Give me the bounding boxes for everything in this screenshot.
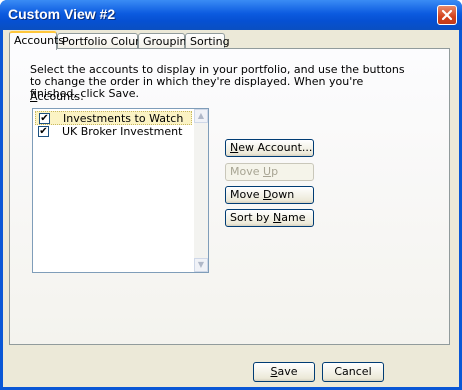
mnemonic: U: [263, 165, 272, 178]
button-label: p: [271, 165, 279, 178]
account-checkbox[interactable]: ✔: [39, 113, 50, 124]
account-name: Investments to Watch: [63, 112, 184, 125]
account-checkbox[interactable]: ✔: [38, 126, 49, 137]
move-up-button[interactable]: Move Up: [225, 163, 314, 181]
sort-by-name-button[interactable]: Sort by Name: [225, 209, 314, 227]
close-button[interactable]: [437, 5, 457, 25]
button-label: ave: [277, 365, 298, 378]
chevron-up-icon: ▲: [197, 111, 205, 120]
button-label: Move: [230, 188, 263, 201]
button-label: ame: [281, 211, 306, 224]
label-rest: ccounts:: [37, 90, 84, 103]
accounts-listbox[interactable]: ✔ Investments to Watch ✔ UK Broker Inves…: [32, 108, 209, 273]
tab-sorting[interactable]: Sorting: [185, 33, 230, 49]
accounts-list-label: Accounts:: [30, 90, 84, 103]
close-icon: [441, 9, 453, 21]
dialog-body: Accounts Portfolio Columns Grouping Sort…: [3, 30, 459, 387]
new-account-button[interactable]: New Account...: [225, 139, 314, 157]
button-label: ew Account...: [238, 141, 313, 154]
button-label: own: [271, 188, 295, 201]
instructions-text: Select the accounts to display in your p…: [30, 63, 405, 100]
tab-label: Sorting: [190, 35, 230, 48]
mnemonic: N: [230, 141, 239, 154]
tab-label: Accounts: [14, 34, 65, 47]
button-label: Sort by: [230, 211, 274, 224]
list-item[interactable]: ✔ UK Broker Investment: [35, 125, 192, 139]
cancel-button[interactable]: Cancel: [322, 362, 384, 382]
scroll-up-button[interactable]: ▲: [194, 109, 208, 123]
list-item[interactable]: ✔ Investments to Watch: [35, 111, 192, 125]
button-label: Move: [230, 165, 263, 178]
accounts-tab-panel: Select the accounts to display in your p…: [9, 48, 450, 345]
account-name: UK Broker Investment: [62, 125, 183, 138]
custom-view-dialog: Custom View #2 Accounts Portfolio Column…: [0, 0, 462, 390]
move-down-button[interactable]: Move Down: [225, 186, 314, 204]
tab-grouping[interactable]: Grouping: [138, 33, 194, 49]
window-title: Custom View #2: [8, 6, 116, 22]
save-button[interactable]: Save: [253, 362, 315, 382]
tab-accounts[interactable]: Accounts: [9, 31, 64, 50]
title-bar[interactable]: Custom View #2: [0, 0, 462, 30]
tab-portfolio-columns[interactable]: Portfolio Columns: [57, 33, 159, 49]
button-label: Cancel: [334, 365, 372, 378]
vertical-scrollbar[interactable]: ▲ ▼: [194, 109, 208, 272]
scroll-down-button[interactable]: ▼: [194, 258, 208, 272]
chevron-down-icon: ▼: [197, 260, 205, 269]
